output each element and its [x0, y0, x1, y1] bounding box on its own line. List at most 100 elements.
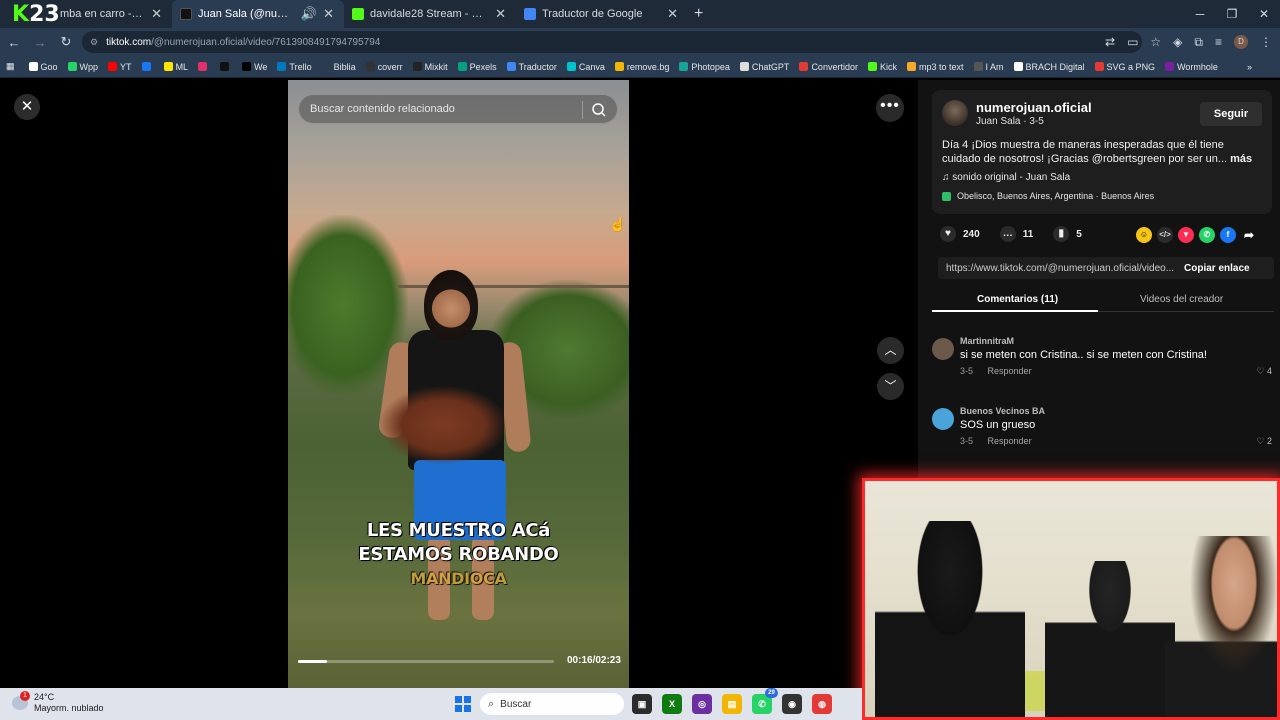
site-info-icon[interactable]: ⚙ [90, 37, 98, 48]
video-player[interactable]: Buscar contenido relacionado LES MUESTRO… [288, 80, 629, 688]
embed-icon[interactable]: </> [1157, 227, 1173, 243]
bookmark-item[interactable]: Convertidor [799, 62, 858, 72]
whatsapp-icon[interactable]: ✆ 29 [752, 688, 778, 714]
bookmark-item[interactable] [220, 62, 232, 71]
comment-username[interactable]: Buenos Vecinos BA [960, 406, 1045, 416]
minimize-icon[interactable]: ─ [1184, 0, 1216, 28]
location-link[interactable]: Obelisco, Buenos Aires, Argentina · Buen… [942, 191, 1154, 201]
like-button[interactable]: ♥ 240 [940, 226, 980, 242]
comment-like-button[interactable]: ♡ 4 [1256, 366, 1272, 377]
bookmark-item[interactable]: ChatGPT [739, 62, 789, 72]
send-icon[interactable]: ▼ [1178, 227, 1194, 243]
previous-video-button[interactable]: ︿ [877, 337, 904, 364]
avatar[interactable] [942, 100, 968, 126]
share-arrow-icon[interactable]: ➦ [1241, 227, 1257, 243]
avatar[interactable] [932, 338, 954, 360]
reply-button[interactable]: Responder [988, 366, 1032, 376]
bookmark-item[interactable]: ML [163, 62, 188, 72]
close-video-button[interactable]: ✕ [14, 94, 40, 120]
video-timecode: 00:16/02:23 [567, 655, 621, 666]
apps-grid-icon[interactable]: ▦ [6, 61, 15, 72]
bookmark-label: Mixkit [424, 61, 448, 72]
bookmark-item[interactable]: Wormhole [1165, 62, 1218, 72]
bookmark-item[interactable]: Canva [566, 62, 605, 72]
tab-comments[interactable]: Comentarios (11) [977, 294, 1058, 305]
bookmark-item[interactable] [198, 62, 210, 71]
save-button[interactable]: ▮ 5 [1053, 226, 1082, 242]
media-icon[interactable]: ≡ [1215, 35, 1222, 49]
bookmark-star-icon[interactable]: ☆ [1150, 35, 1161, 49]
translate-icon[interactable]: ⇄ [1105, 35, 1115, 49]
coin-icon[interactable]: ☺ [1136, 227, 1152, 243]
more-bookmarks-icon[interactable]: » [1247, 62, 1252, 72]
bookmark-item[interactable]: mp3 to text [906, 62, 964, 72]
close-tab-icon[interactable]: ✕ [495, 6, 506, 22]
xbox-icon[interactable]: X [662, 694, 682, 714]
task-view-icon[interactable]: ▣ [632, 694, 652, 714]
search-divider [582, 101, 583, 119]
bookmark-item[interactable]: remove.bg [614, 62, 669, 72]
close-tab-icon[interactable]: ✕ [151, 6, 162, 22]
bookmark-item[interactable]: Pexels [457, 62, 497, 72]
bookmark-item[interactable]: Mixkit [412, 61, 448, 72]
follow-button[interactable]: Seguir [1200, 102, 1262, 126]
bookmark-item[interactable]: Wpp [67, 62, 98, 72]
reply-button[interactable]: Responder [988, 436, 1032, 446]
reload-icon[interactable]: ↻ [54, 34, 78, 50]
avatar[interactable] [932, 408, 954, 430]
comment-username[interactable]: MartinnitraM [960, 336, 1014, 346]
bookmark-item[interactable]: Traductor [506, 62, 557, 72]
related-search-input[interactable]: Buscar contenido relacionado [298, 94, 618, 124]
more-link[interactable]: más [1230, 153, 1252, 165]
bookmark-item[interactable]: SVG a PNG [1094, 62, 1155, 72]
comment-button[interactable]: … 11 [999, 226, 1033, 242]
chrome-icon[interactable]: ◍ [812, 694, 832, 714]
bookmark-item[interactable]: We [242, 62, 267, 72]
extensions-puzzle-icon[interactable]: ⧉ [1194, 35, 1203, 50]
tab-kick[interactable]: davidale28 Stream - Watch Live ✕ [344, 0, 516, 28]
search-icon[interactable] [591, 102, 607, 118]
bookmark-item[interactable]: Goo [28, 62, 58, 72]
comment-like-button[interactable]: ♡ 2 [1256, 436, 1272, 447]
tab-translate[interactable]: Traductor de Google ✕ [516, 0, 688, 28]
creator-username[interactable]: numerojuan.oficial [976, 100, 1092, 115]
facebook-icon[interactable]: f [1220, 227, 1236, 243]
sound-link[interactable]: ♫ sonido original - Juan Sala [942, 172, 1070, 183]
close-tab-icon[interactable]: ✕ [323, 6, 334, 22]
tab-tiktok[interactable]: Juan Sala (@numerojuan.ofi 🔊 ✕ [172, 0, 344, 28]
restore-icon[interactable]: ❐ [1216, 0, 1248, 28]
close-window-icon[interactable]: ✕ [1248, 0, 1280, 28]
copy-link-button[interactable]: Copiar enlace [1184, 263, 1250, 274]
profile-avatar[interactable]: D [1234, 35, 1248, 49]
close-tab-icon[interactable]: ✕ [667, 6, 678, 22]
bookmark-item[interactable]: I Am [973, 62, 1004, 72]
share-link-url[interactable]: https://www.tiktok.com/@numerojuan.ofici… [946, 263, 1178, 274]
bookmark-item[interactable]: YT [108, 62, 132, 72]
bookmark-item[interactable]: Biblia [321, 62, 356, 72]
next-video-button[interactable]: ﹀ [877, 373, 904, 400]
tab-creator-videos[interactable]: Videos del creador [1140, 294, 1223, 305]
new-tab-icon[interactable]: + [694, 5, 703, 23]
speaker-icon[interactable]: 🔊 [301, 6, 317, 22]
game-app-icon[interactable]: ◉ [782, 694, 802, 714]
more-options-button[interactable]: ••• [876, 94, 904, 122]
bookmark-item[interactable]: Kick [867, 62, 897, 72]
whatsapp-icon[interactable]: ✆ [1199, 227, 1215, 243]
taskbar-search-input[interactable]: ⌕ Buscar [480, 693, 624, 715]
bookmark-item[interactable]: BRACH Digital [1013, 62, 1085, 72]
file-explorer-icon[interactable]: ▤ [722, 694, 742, 714]
bookmark-item[interactable]: Photopea [679, 62, 730, 72]
bookmark-item[interactable] [141, 62, 154, 71]
cast-icon[interactable]: ▭ [1127, 35, 1138, 49]
forward-icon[interactable]: → [28, 35, 52, 50]
back-icon[interactable]: ← [2, 35, 26, 50]
video-progress-bar[interactable] [298, 660, 554, 663]
menu-icon[interactable]: ⋮ [1260, 35, 1272, 49]
bookmark-item[interactable]: coverr [365, 62, 403, 72]
weather-widget[interactable]: 1 24°C Mayorm. nublado [12, 691, 104, 714]
bookmark-item[interactable]: Trello [277, 62, 312, 72]
extension-icon[interactable]: ◈ [1173, 35, 1182, 49]
windows-start-icon[interactable] [455, 696, 471, 712]
url-input[interactable]: ⚙ tiktok.com/@numerojuan.oficial/video/7… [82, 31, 1142, 53]
media-app-icon[interactable]: ◎ [692, 694, 712, 714]
